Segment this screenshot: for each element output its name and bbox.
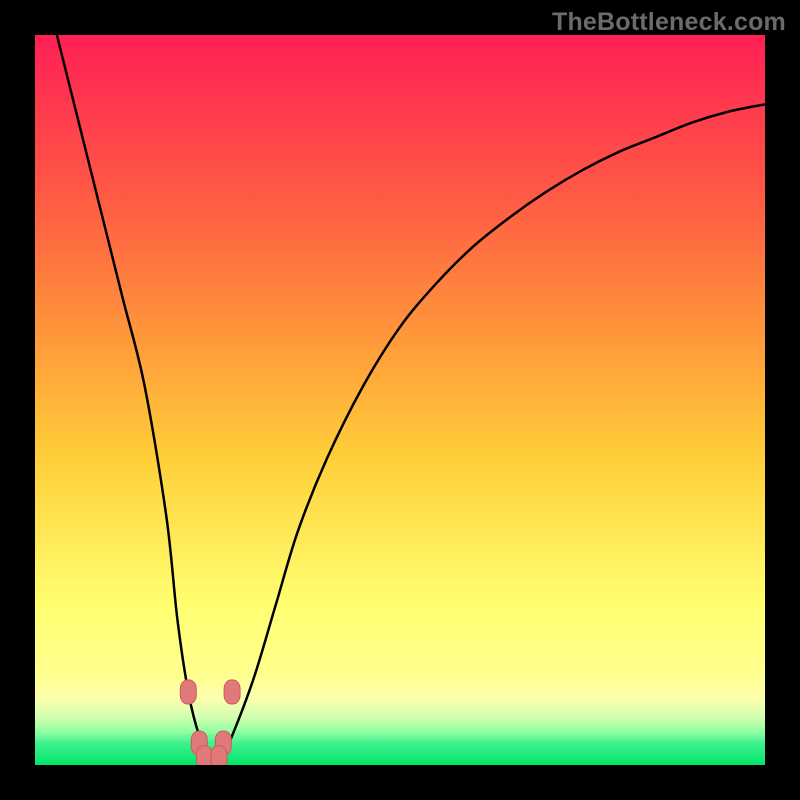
marker-group xyxy=(180,680,240,765)
curve-marker xyxy=(224,680,240,704)
bottleneck-curve-path xyxy=(57,35,765,760)
curve-marker xyxy=(211,746,227,765)
chart-frame: TheBottleneck.com xyxy=(0,0,800,800)
watermark-text: TheBottleneck.com xyxy=(552,8,786,37)
curve-marker xyxy=(180,680,196,704)
bottleneck-curve-svg xyxy=(35,35,765,765)
curve-group xyxy=(57,35,765,760)
plot-area xyxy=(35,35,765,765)
curve-marker xyxy=(196,746,212,765)
